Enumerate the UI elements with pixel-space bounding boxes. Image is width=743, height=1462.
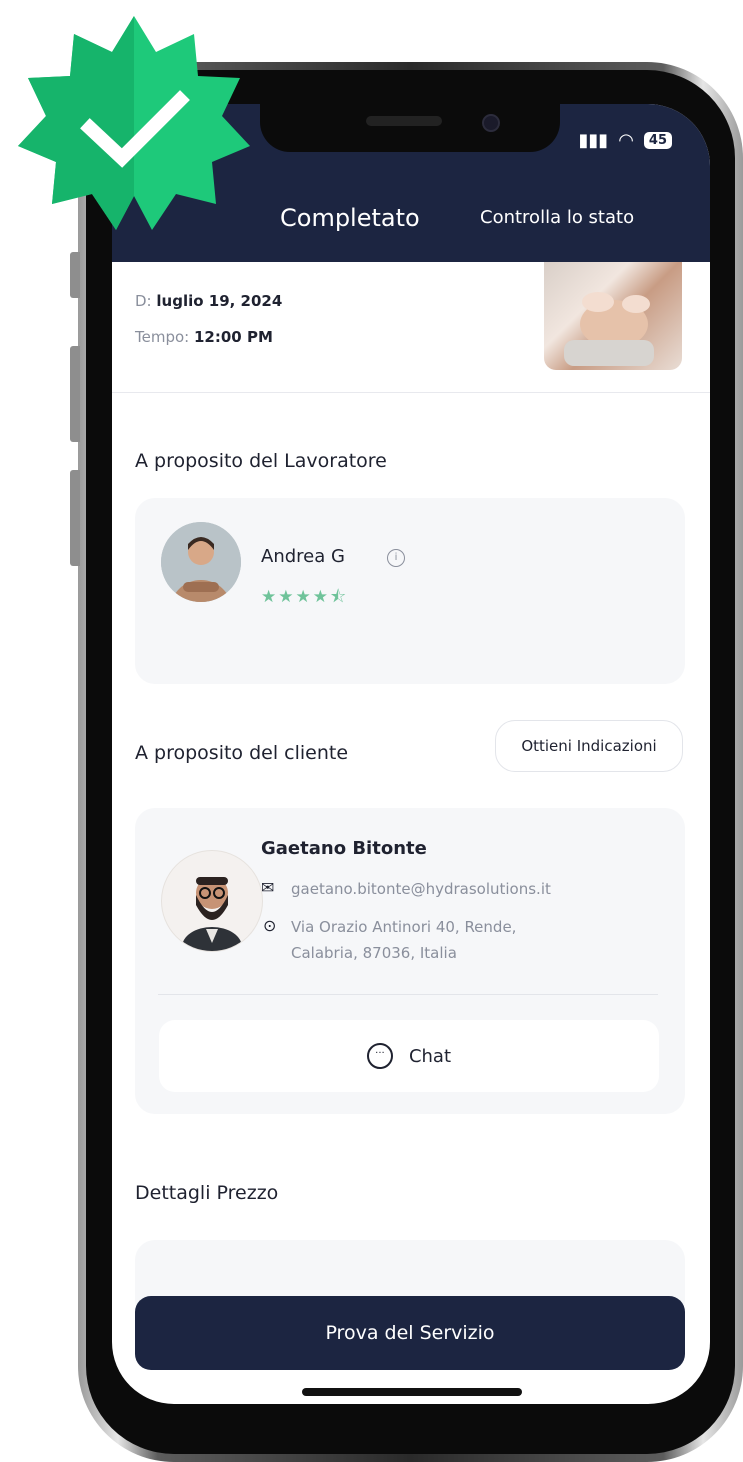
worker-name: Andrea G — [261, 546, 345, 567]
app-screen: ▮▮▮ ◠ 45 Completato Controlla lo stato D… — [112, 104, 710, 1404]
speaker — [366, 116, 442, 126]
divider — [112, 392, 710, 393]
service-image — [544, 262, 682, 370]
phone-notch — [260, 104, 560, 152]
client-card: Gaetano Bitonte ✉ gaetano.bitonte@hydras… — [135, 808, 685, 1114]
client-avatar — [161, 850, 263, 952]
client-address-line2: Calabria, 87036, Italia — [291, 944, 457, 962]
phone-side-button — [70, 470, 80, 566]
client-section-title: A proposito del cliente — [135, 742, 349, 764]
service-proof-button[interactable]: Prova del Servizio — [135, 1296, 685, 1370]
client-email[interactable]: gaetano.bitonte@hydrasolutions.it — [291, 880, 551, 898]
worker-rating-stars: ★★★★⯪ — [261, 587, 349, 607]
price-section-title: Dettagli Prezzo — [135, 1182, 279, 1204]
signal-icon: ▮▮▮ — [578, 130, 609, 151]
status-bar: ▮▮▮ ◠ 45 — [578, 130, 672, 151]
verified-badge-icon — [16, 12, 252, 238]
chat-bubble-icon: ··· — [366, 1043, 393, 1069]
location-pin-icon: ⊙ — [263, 916, 277, 935]
booking-time: Tempo: 12:00 PM — [135, 328, 273, 346]
check-status-link[interactable]: Controlla lo stato — [480, 207, 634, 228]
card-divider — [158, 994, 658, 995]
phone-side-button — [70, 252, 80, 298]
worker-card[interactable]: Andrea G i ★★★★⯪ — [135, 498, 685, 684]
phone-side-button — [70, 346, 80, 442]
home-indicator — [302, 1388, 522, 1396]
wifi-icon: ◠ — [618, 130, 634, 151]
camera — [482, 114, 500, 132]
chat-button[interactable]: ··· Chat — [159, 1020, 659, 1092]
booking-date: D: luglio 19, 2024 — [135, 292, 283, 310]
page-title: Completato — [280, 204, 420, 232]
mail-icon: ✉ — [261, 878, 275, 897]
get-directions-button[interactable]: Ottieni Indicazioni — [495, 720, 683, 772]
client-address-line1: Via Orazio Antinori 40, Rende, — [291, 918, 517, 936]
worker-avatar — [161, 522, 241, 602]
battery-icon: 45 — [643, 132, 672, 149]
client-name: Gaetano Bitonte — [261, 838, 427, 859]
chat-button-label: Chat — [408, 1045, 452, 1067]
worker-section-title: A proposito del Lavoratore — [135, 450, 387, 472]
info-icon[interactable]: i — [387, 549, 405, 567]
